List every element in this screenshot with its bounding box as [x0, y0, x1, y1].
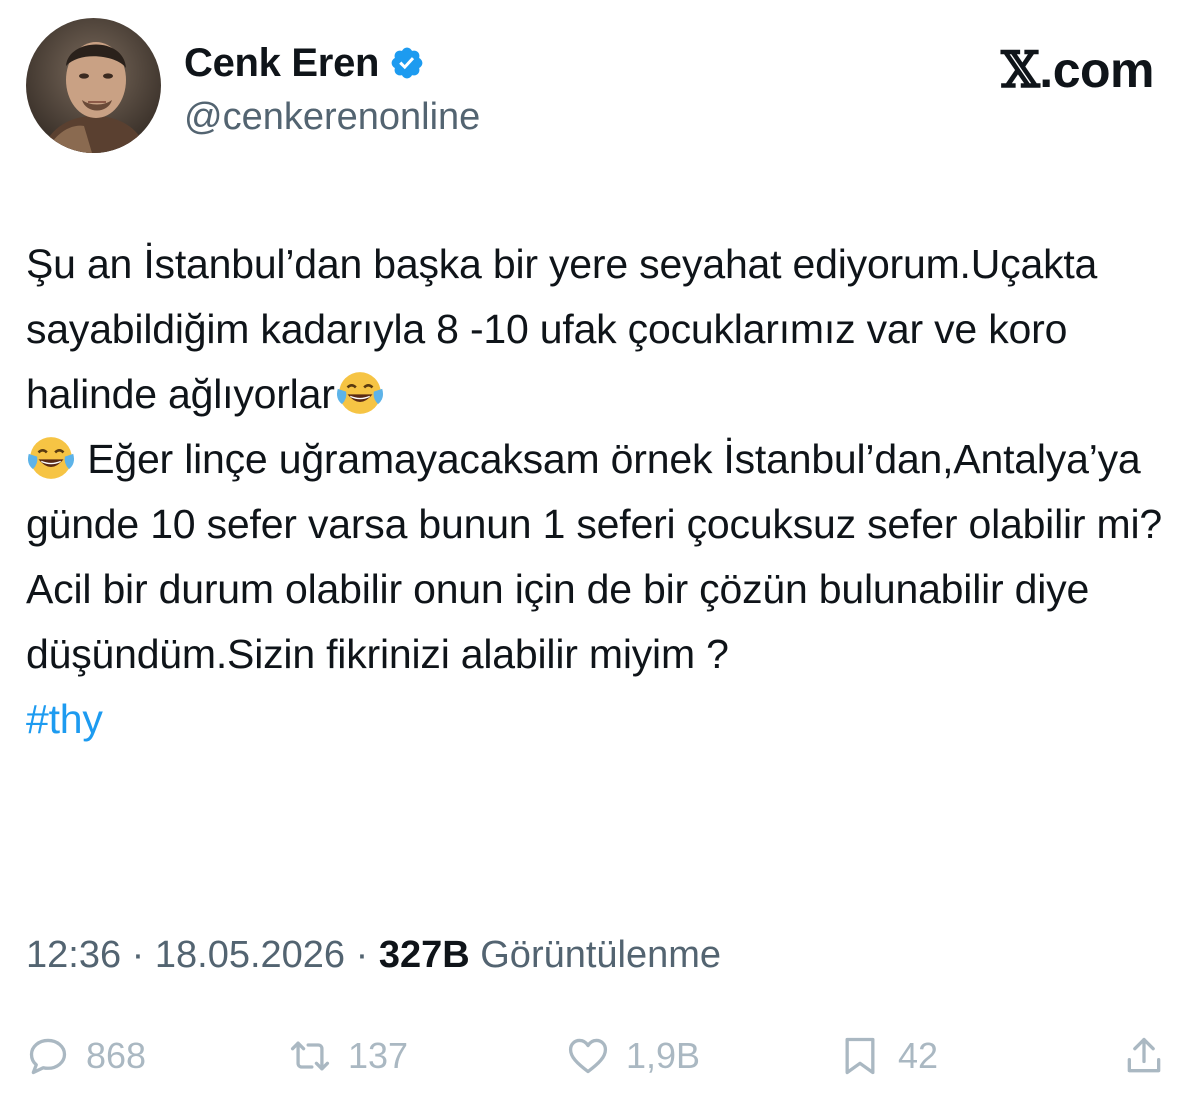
views-label: Görüntülenme	[480, 934, 722, 976]
bookmark-icon	[845, 1037, 875, 1075]
display-name[interactable]: Cenk Eren	[184, 41, 379, 86]
bookmark-count: 42	[898, 1035, 939, 1076]
reply-count: 868	[86, 1035, 147, 1076]
display-name-row[interactable]: Cenk Eren	[184, 40, 425, 86]
brand-suffix: .com	[1039, 42, 1154, 98]
tweet-actions: 868 137 1,9B 42	[26, 1024, 1166, 1094]
repost-button[interactable]: 137	[288, 1034, 408, 1078]
share-icon	[1127, 1037, 1161, 1073]
face-with-tears-of-joy-icon	[336, 372, 383, 414]
x-logo-icon: 𝕏	[1001, 40, 1040, 99]
bookmark-button[interactable]: 42	[838, 1034, 938, 1078]
repost-count: 137	[348, 1035, 409, 1076]
tweet-text-segment: Şu an İstanbul’dan başka bir yere seyaha…	[26, 241, 1098, 417]
tweet-header: Cenk Eren @cenkerenonline 𝕏.com	[26, 18, 1176, 158]
verified-badge-icon	[391, 47, 423, 79]
face-with-tears-of-joy-icon	[27, 437, 75, 479]
reply-icon	[29, 1038, 67, 1075]
tweet-meta: 12:36 · 18.05.2026 · 327B Görüntülenme	[26, 934, 721, 977]
hashtag-link[interactable]: #thy	[26, 687, 103, 752]
heart-icon	[568, 1038, 608, 1074]
share-button[interactable]	[1122, 1034, 1166, 1078]
tweet-time[interactable]: 12:36	[26, 934, 121, 976]
meta-separator: ·	[345, 934, 379, 976]
avatar-image	[26, 18, 161, 153]
repost-icon	[290, 1041, 330, 1071]
reply-button[interactable]: 868	[26, 1034, 146, 1078]
avatar[interactable]	[26, 18, 161, 153]
like-button[interactable]: 1,9B	[566, 1034, 700, 1078]
tweet-text: Şu an İstanbul’dan başka bir yere seyaha…	[26, 232, 1166, 752]
views-count: 327B	[378, 934, 470, 976]
meta-separator: ·	[121, 934, 155, 976]
tweet-text-segment: Eğer linçe uğramayacaksam örnek İstanbul…	[26, 436, 1163, 677]
like-count: 1,9B	[626, 1035, 701, 1076]
user-handle[interactable]: @cenkerenonline	[184, 96, 480, 139]
brand-logo: 𝕏.com	[1001, 40, 1154, 99]
tweet-date[interactable]: 18.05.2026	[155, 934, 345, 976]
